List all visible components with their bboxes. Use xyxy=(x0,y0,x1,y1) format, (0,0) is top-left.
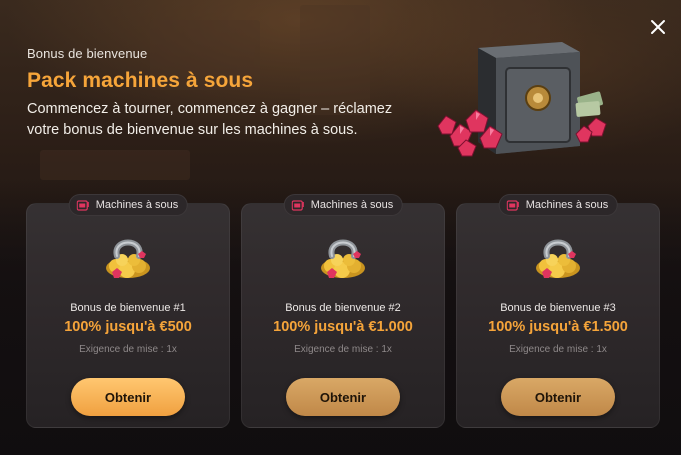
card-amount: 100% jusqu'à €1.500 xyxy=(488,319,628,335)
card-amount: 100% jusqu'à €500 xyxy=(64,319,192,335)
category-tag-label: Machines à sous xyxy=(525,199,609,211)
claim-bonus-button[interactable]: Obtenir xyxy=(501,378,615,416)
category-tag: Machines à sous xyxy=(283,194,403,216)
horseshoe-gold-icon xyxy=(321,239,365,278)
page-description: Commencez à tourner, commencez à gagner … xyxy=(27,101,393,138)
card-wager-requirement: Exigence de mise : 1x xyxy=(294,344,392,355)
card-title: Bonus de bienvenue #2 xyxy=(285,302,401,314)
card-wager-requirement: Exigence de mise : 1x xyxy=(509,344,607,355)
card-title: Bonus de bienvenue #3 xyxy=(500,302,616,314)
bonus-card: Machines à sous Bonus de bienvenue #1 10… xyxy=(26,194,230,428)
category-tag-label: Machines à sous xyxy=(310,199,394,211)
category-tag-label: Machines à sous xyxy=(95,199,179,211)
bonus-card: Machines à sous Bonus de bienvenue #2 10… xyxy=(241,194,445,428)
card-wager-requirement: Exigence de mise : 1x xyxy=(79,344,177,355)
category-tag: Machines à sous xyxy=(498,194,618,216)
claim-bonus-button[interactable]: Obtenir xyxy=(71,378,185,416)
card-amount: 100% jusqu'à €1.000 xyxy=(273,319,413,335)
vault-safe-gems-icon xyxy=(437,42,607,157)
close-button[interactable] xyxy=(647,16,669,38)
slot-machine-icon xyxy=(506,199,520,211)
category-tag: Machines à sous xyxy=(68,194,188,216)
eyebrow-label: Bonus de bienvenue xyxy=(27,46,148,61)
slot-machine-icon xyxy=(291,199,305,211)
horseshoe-gold-icon xyxy=(106,239,150,278)
claim-bonus-button[interactable]: Obtenir xyxy=(286,378,400,416)
close-icon xyxy=(651,20,665,34)
bonus-card: Machines à sous Bonus de bienvenue #3 10… xyxy=(456,194,660,428)
horseshoe-gold-icon xyxy=(536,239,580,278)
slot-machine-icon xyxy=(76,199,90,211)
page-title: Pack machines à sous xyxy=(27,69,254,92)
modal-header: Bonus de bienvenue Pack machines à sous … xyxy=(27,46,427,141)
card-title: Bonus de bienvenue #1 xyxy=(70,302,186,314)
bonus-cards: Machines à sous Bonus de bienvenue #1 10… xyxy=(26,194,661,428)
